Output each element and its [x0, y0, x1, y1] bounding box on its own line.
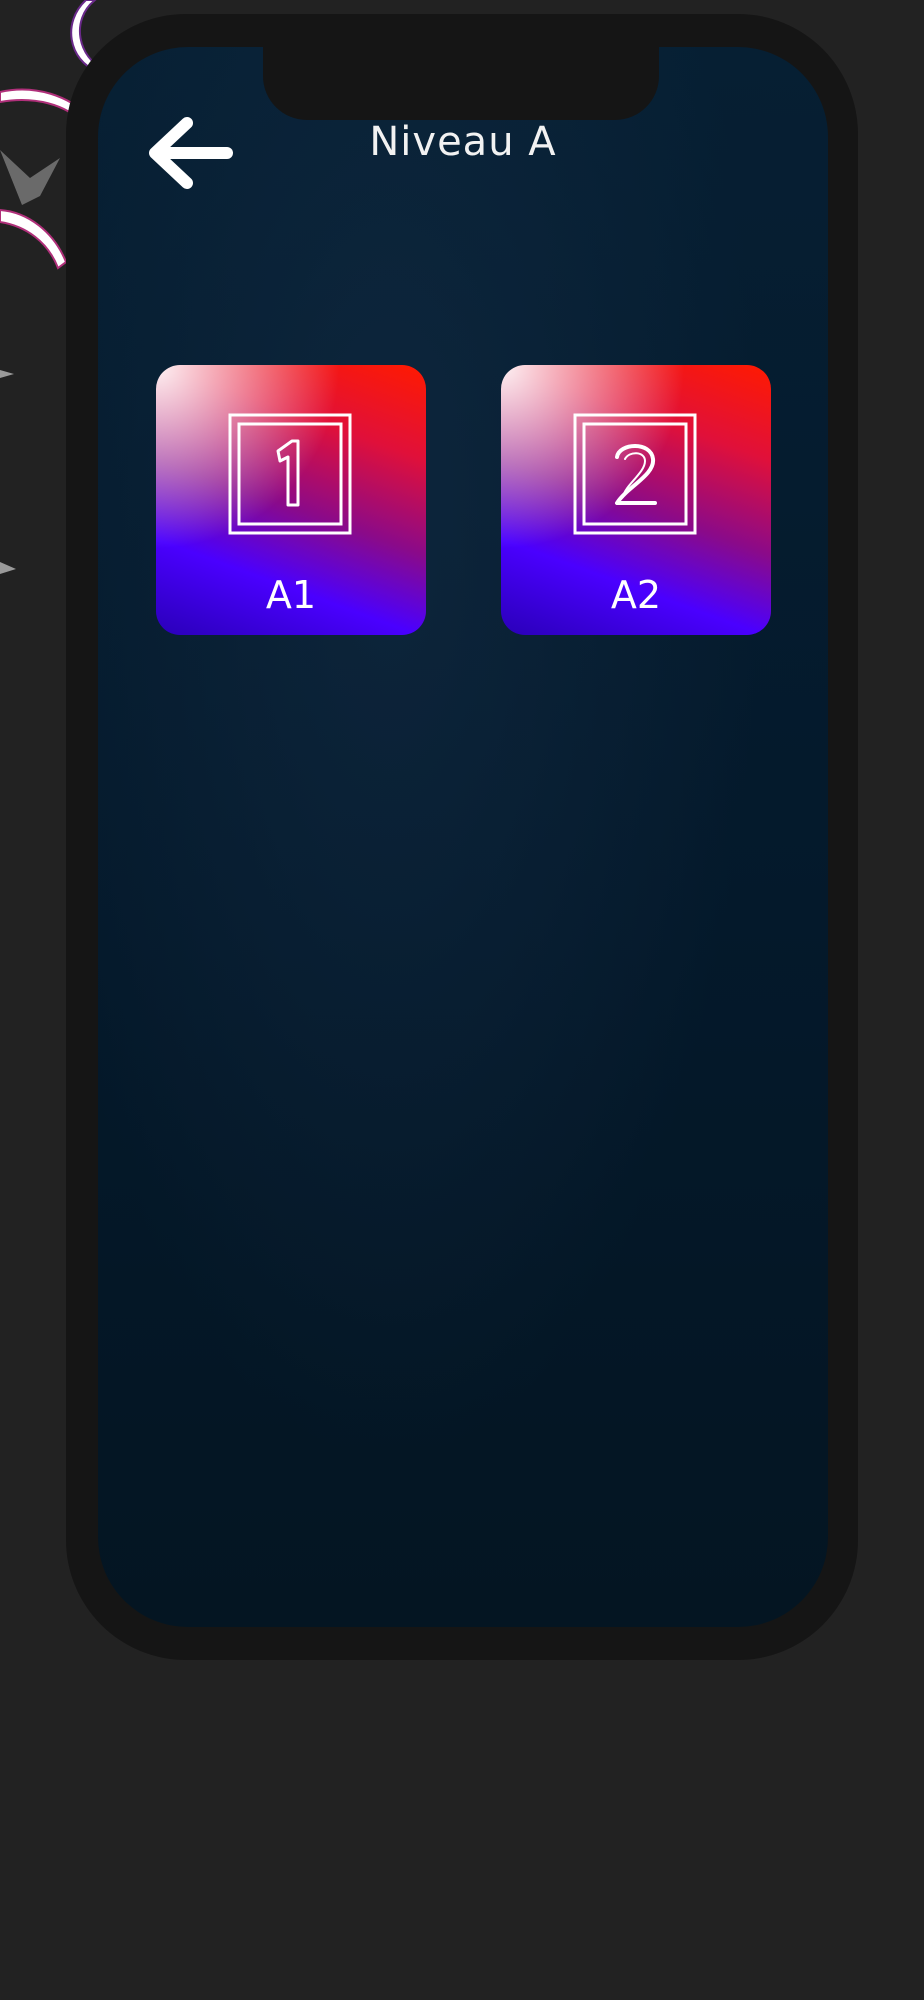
page-title: Niveau A	[369, 119, 557, 165]
number-1-icon	[228, 413, 352, 535]
level-tile-a2[interactable]: A2	[501, 365, 771, 635]
app-screen: Niveau A A1 A2	[98, 47, 828, 1627]
phone-notch	[263, 47, 659, 120]
level-tile-a1[interactable]: A1	[156, 365, 426, 635]
level-label: A1	[265, 573, 317, 617]
number-2-icon	[573, 413, 697, 535]
level-label: A2	[610, 573, 662, 617]
phone-frame: Niveau A A1 A2	[66, 14, 858, 1660]
